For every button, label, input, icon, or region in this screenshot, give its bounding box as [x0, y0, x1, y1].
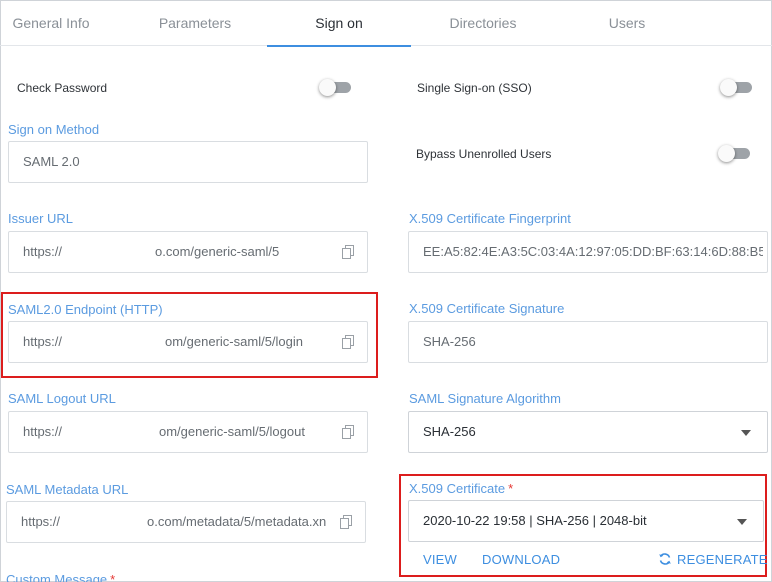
copy-icon[interactable]	[342, 425, 355, 439]
fingerprint-value: EE:A5:82:4E:A3:5C:03:4A:12:97:05:DD:BF:6…	[423, 244, 763, 259]
metadata-url-field[interactable]: https:// o.com/metadata/5/metadata.xn	[6, 501, 366, 543]
saml-endpoint-prefix: https://	[23, 334, 63, 349]
logout-url-prefix: https://	[23, 424, 63, 439]
bypass-toggle[interactable]	[718, 145, 750, 162]
sig-algorithm-label: SAML Signature Algorithm	[409, 391, 561, 406]
tab-general-info[interactable]: General Info	[0, 0, 102, 46]
sso-toggle[interactable]	[720, 79, 752, 96]
refresh-icon	[659, 553, 671, 565]
regenerate-label: REGENERATE	[677, 552, 768, 567]
chevron-down-icon	[737, 519, 747, 525]
metadata-url-label: SAML Metadata URL	[6, 482, 129, 497]
custom-message-label: Custom Message *	[6, 572, 115, 582]
bypass-label: Bypass Unenrolled Users	[416, 147, 552, 161]
sign-on-method-value: SAML 2.0	[23, 154, 80, 169]
sign-on-method-label: Sign on Method	[8, 122, 100, 137]
tab-sign-on[interactable]: Sign on	[267, 0, 411, 47]
cert-signature-label: X.509 Certificate Signature	[409, 301, 565, 316]
view-button[interactable]: VIEW	[423, 552, 457, 567]
cert-signature-field: SHA-256	[408, 321, 768, 363]
issuer-url-suffix: o.com/generic-saml/5	[155, 244, 280, 259]
saml-endpoint-label: SAML2.0 Endpoint (HTTP)	[8, 302, 163, 317]
tab-parameters[interactable]: Parameters	[124, 0, 266, 46]
required-mark: *	[508, 481, 514, 496]
download-button[interactable]: DOWNLOAD	[482, 552, 560, 567]
fingerprint-field: EE:A5:82:4E:A3:5C:03:4A:12:97:05:DD:BF:6…	[408, 231, 768, 273]
regenerate-button[interactable]: REGENERATE	[658, 552, 768, 567]
copy-icon[interactable]	[340, 515, 353, 529]
saml-endpoint-suffix: om/generic-saml/5/login	[165, 334, 304, 349]
certificate-select[interactable]: 2020-10-22 19:58 | SHA-256 | 2048-bit	[408, 500, 764, 542]
logout-url-suffix: om/generic-saml/5/logout	[159, 424, 305, 439]
issuer-url-field[interactable]: https:// o.com/generic-saml/5	[8, 231, 368, 273]
tab-directories[interactable]: Directories	[411, 0, 555, 46]
metadata-url-suffix: o.com/metadata/5/metadata.xn	[147, 514, 327, 529]
certificate-value: 2020-10-22 19:58 | SHA-256 | 2048-bit	[423, 513, 647, 528]
required-mark: *	[110, 572, 116, 582]
copy-icon[interactable]	[342, 245, 355, 259]
tab-bar: General Info Parameters Sign on Director…	[0, 0, 772, 47]
logout-url-label: SAML Logout URL	[8, 391, 116, 406]
issuer-url-label: Issuer URL	[8, 211, 74, 226]
saml-endpoint-field[interactable]: https:// om/generic-saml/5/login	[8, 321, 368, 363]
check-password-label: Check Password	[17, 81, 108, 95]
tab-users[interactable]: Users	[555, 0, 699, 46]
check-password-toggle[interactable]	[319, 79, 351, 96]
issuer-url-prefix: https://	[23, 244, 63, 259]
sso-label: Single Sign-on (SSO)	[417, 81, 532, 95]
fingerprint-label: X.509 Certificate Fingerprint	[409, 211, 571, 226]
metadata-url-prefix: https://	[21, 514, 61, 529]
cert-signature-value: SHA-256	[423, 334, 476, 349]
copy-icon[interactable]	[342, 335, 355, 349]
sig-algorithm-value: SHA-256	[423, 424, 476, 439]
certificate-label: X.509 Certificate *	[409, 481, 514, 496]
sign-on-method-field: SAML 2.0	[8, 141, 368, 183]
chevron-down-icon	[741, 430, 751, 436]
logout-url-field[interactable]: https:// om/generic-saml/5/logout	[8, 411, 368, 453]
sig-algorithm-select[interactable]: SHA-256	[408, 411, 768, 453]
